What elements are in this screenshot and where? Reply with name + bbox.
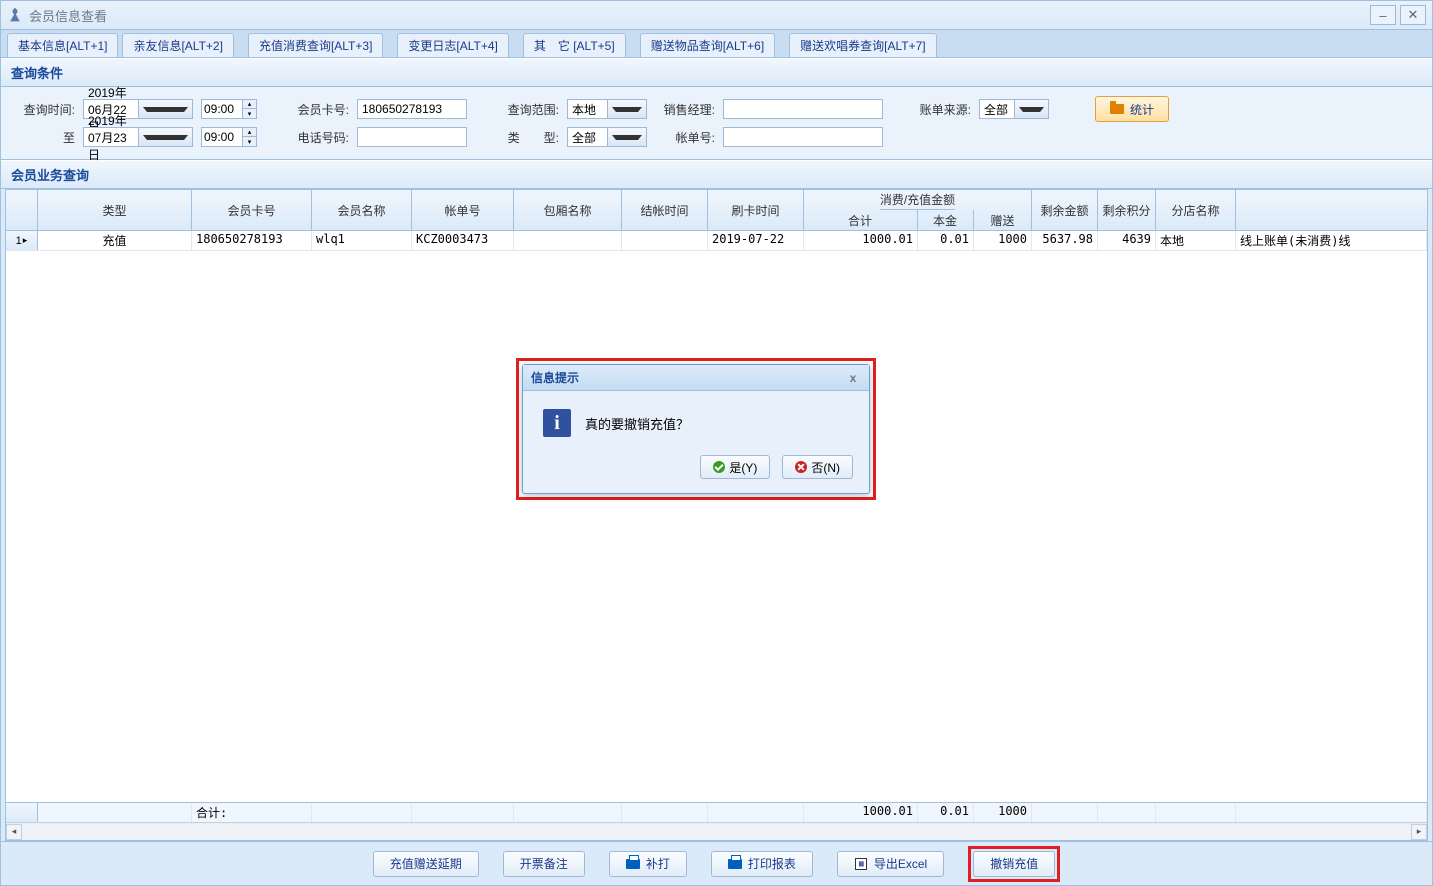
card-no-input[interactable] [357,99,467,119]
export-excel-button[interactable]: ▦导出Excel [837,851,944,877]
folder-icon [1110,104,1124,114]
print-report-button[interactable]: 打印报表 [711,851,813,877]
highlight-cancel-recharge: 撤销充值 [968,846,1060,882]
label-phone: 电话号码: [293,129,349,146]
scroll-left-icon[interactable]: ◂ [6,824,22,840]
printer-icon [728,859,742,869]
type-combo[interactable]: 全部 [567,127,647,147]
bottom-toolbar: 充值赠送延期 开票备注 补打 打印报表 ▦导出Excel 撤销充值 [1,841,1432,885]
scroll-right-icon[interactable]: ▸ [1411,824,1427,840]
reprint-button[interactable]: 补打 [609,851,687,877]
time-to-spinner[interactable]: ▴▾ [201,127,257,147]
confirm-dialog: 信息提示 x i 真的要撤销充值？ 是(Y) 否(N) [522,364,870,494]
dialog-yes-button[interactable]: 是(Y) [700,455,770,479]
minimize-button[interactable]: – [1370,5,1396,25]
filters-panel: 查询时间: 2019年06月22日 ▴▾ 会员卡号: 查询范围: 本地 销售经理… [1,87,1432,160]
person-icon [7,7,23,23]
tab-recharge[interactable]: 充值消费查询[ALT+3] [248,33,383,57]
window-title: 会员信息查看 [29,6,107,25]
horizontal-scrollbar[interactable]: ◂ ▸ [6,822,1427,840]
dialog-message: 真的要撤销充值？ [585,414,689,433]
info-icon: i [543,409,571,437]
time-from-spinner[interactable]: ▴▾ [201,99,257,119]
label-bill-src: 账单来源: [901,101,971,118]
tabs-row: 基本信息[ALT+1] 亲友信息[ALT+2] 充值消费查询[ALT+3] 变更… [1,29,1432,58]
check-icon [713,461,725,473]
section-member-biz: 会员业务查询 [1,160,1432,189]
label-bill-no: 帐单号: [655,129,715,146]
tab-coupons[interactable]: 赠送欢唱券查询[ALT+7] [789,33,936,57]
data-grid: 类型 会员卡号 会员名称 帐单号 包厢名称 结帐时间 刷卡时间 消费/充值金额 … [5,189,1428,841]
title-bar: 会员信息查看 – ✕ [1,1,1432,29]
tab-changelog[interactable]: 变更日志[ALT+4] [397,33,508,57]
confirm-dialog-highlight: 信息提示 x i 真的要撤销充值？ 是(Y) 否(N) [516,358,876,500]
label-sales-mgr: 销售经理: [655,101,715,118]
grid-header: 类型 会员卡号 会员名称 帐单号 包厢名称 结帐时间 刷卡时间 消费/充值金额 … [6,190,1427,231]
section-query-conditions: 查询条件 [1,58,1432,87]
label-to: 至 [15,129,75,146]
phone-input[interactable] [357,127,467,147]
label-type: 类 型: [503,129,559,146]
tab-other[interactable]: 其 它 [ALT+5] [523,33,626,57]
recharge-gift-extend-button[interactable]: 充值赠送延期 [373,851,479,877]
tab-gifts[interactable]: 赠送物品查询[ALT+6] [640,33,775,57]
table-row[interactable]: 1▸ 充值 180650278193 wlq1 KCZ0003473 2019-… [6,231,1427,251]
table-icon: ▦ [855,858,867,870]
cancel-recharge-button[interactable]: 撤销充值 [973,851,1055,877]
stat-button[interactable]: 统计 [1095,96,1169,122]
printer-icon [626,859,640,869]
label-query-time: 查询时间: [15,101,75,118]
close-button[interactable]: ✕ [1400,5,1426,25]
scope-combo[interactable]: 本地 [567,99,647,119]
label-card-no: 会员卡号: [293,101,349,118]
grid-body[interactable]: 1▸ 充值 180650278193 wlq1 KCZ0003473 2019-… [6,231,1427,802]
sales-mgr-input[interactable] [723,99,883,119]
invoice-remark-button[interactable]: 开票备注 [503,851,585,877]
dialog-no-button[interactable]: 否(N) [782,455,853,479]
cross-icon [795,461,807,473]
tab-basic[interactable]: 基本信息[ALT+1] [7,33,118,57]
grid-summary: 合计: 1000.01 0.01 1000 [6,802,1427,822]
bill-src-combo[interactable]: 全部 [979,99,1049,119]
dialog-title: 信息提示 [531,369,579,386]
bill-no-input[interactable] [723,127,883,147]
tab-relatives[interactable]: 亲友信息[ALT+2] [122,33,233,57]
date-to-combo[interactable]: 2019年07月23日 [83,127,193,147]
label-scope: 查询范围: [503,101,559,118]
dialog-close-button[interactable]: x [845,371,861,385]
